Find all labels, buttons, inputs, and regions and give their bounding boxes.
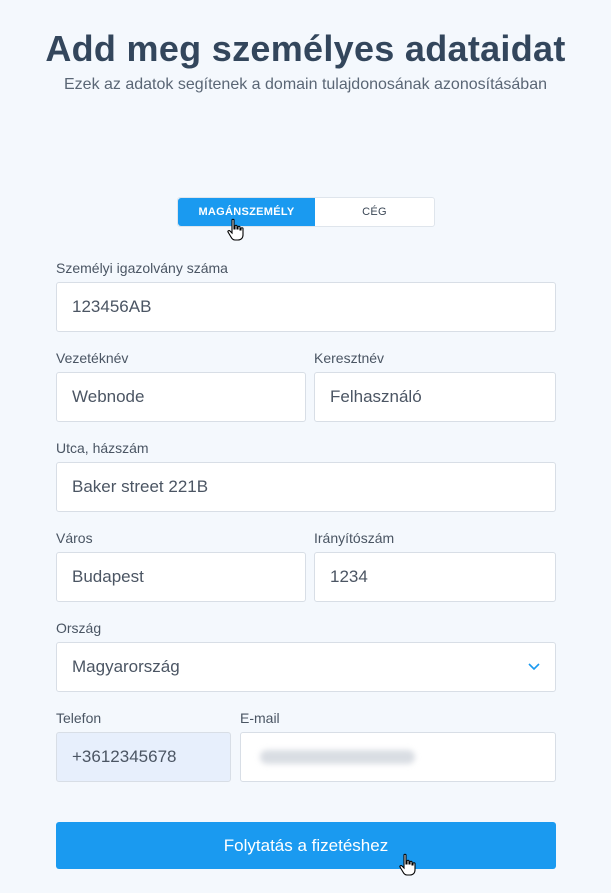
phone-label: Telefon xyxy=(56,710,102,726)
country-select-value: Magyarország xyxy=(72,657,180,676)
street-input[interactable]: Baker street 221B xyxy=(56,462,556,512)
country-select[interactable]: Magyarország xyxy=(56,642,556,692)
last-name-input[interactable]: Webnode xyxy=(56,372,306,422)
page-title: Add meg személyes adataidat xyxy=(45,28,566,69)
toggle-individual[interactable]: MAGÁNSZEMÉLY xyxy=(178,198,315,226)
blurred-email-redaction xyxy=(260,750,415,764)
toggle-company[interactable]: CÉG xyxy=(315,198,434,226)
email-input[interactable] xyxy=(240,732,556,782)
id-number-label: Személyi igazolvány száma xyxy=(56,260,228,276)
person-type-toggle: MAGÁNSZEMÉLY CÉG xyxy=(177,197,435,227)
phone-input[interactable]: +3612345678 xyxy=(56,732,231,782)
city-label: Város xyxy=(56,530,93,546)
email-label: E-mail xyxy=(240,710,280,726)
zip-label: Irányítószám xyxy=(314,530,395,546)
hand-pointer-cursor-icon xyxy=(227,218,244,241)
page-subtitle: Ezek az adatok segítenek a domain tulajd… xyxy=(64,76,547,93)
chevron-down-icon xyxy=(527,660,541,674)
street-label: Utca, házszám xyxy=(56,440,149,456)
first-name-label: Keresztnév xyxy=(314,350,385,366)
city-input[interactable]: Budapest xyxy=(56,552,306,602)
last-name-label: Vezetéknév xyxy=(56,350,129,366)
zip-input[interactable]: 1234 xyxy=(314,552,556,602)
continue-to-payment-button[interactable]: Folytatás a fizetéshez xyxy=(56,822,556,869)
id-number-input[interactable]: 123456AB xyxy=(56,282,556,332)
hand-pointer-cursor-icon xyxy=(399,853,416,876)
first-name-input[interactable]: Felhasználó xyxy=(314,372,556,422)
country-label: Ország xyxy=(56,620,102,636)
